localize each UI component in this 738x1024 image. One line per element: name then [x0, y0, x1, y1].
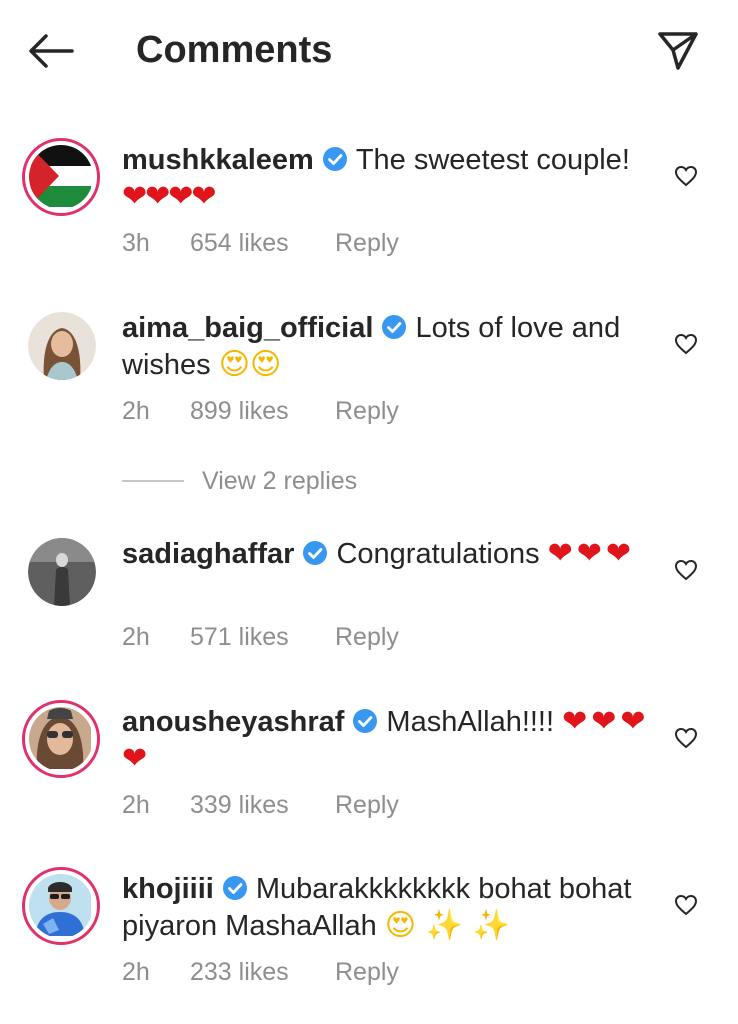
avatar[interactable] — [28, 312, 96, 380]
comment-username[interactable]: anousheyashraf — [122, 706, 344, 738]
verified-badge-icon — [222, 876, 247, 900]
share-button[interactable] — [652, 24, 704, 76]
comment-username[interactable]: sadiaghaffar — [122, 538, 294, 570]
heart-outline-icon — [674, 894, 698, 916]
comment-body: Congratulations — [336, 538, 540, 570]
view-replies-button[interactable]: View 2 replies — [122, 466, 357, 496]
comment-time: 2h — [122, 397, 150, 425]
paper-plane-icon — [658, 32, 698, 70]
heart-outline-icon — [674, 333, 698, 355]
comment-body: The sweetest couple! — [355, 144, 630, 176]
comment-text: aima_baig_official Lots of love and wishe… — [122, 310, 652, 384]
comment-username[interactable]: aima_baig_official — [122, 312, 373, 344]
reply-button[interactable]: Reply — [335, 228, 399, 258]
grayscale-avatar — [28, 538, 96, 606]
comment-likes[interactable]: 654 likes — [190, 228, 335, 258]
heart-emoji: ❤❤❤❤ — [122, 179, 217, 214]
like-button[interactable] — [670, 160, 702, 192]
verified-badge-icon — [303, 541, 328, 565]
avatar[interactable] — [28, 538, 96, 606]
comment-time: 2h — [122, 958, 150, 986]
heart-eyes-emoji: 😍😍 — [218, 347, 282, 382]
comment-text: anousheyashraf MashAllah!!!! ❤❤❤❤ — [122, 704, 652, 778]
sunglasses-woman-avatar — [29, 707, 93, 771]
comment-meta: 2h 233 likes Reply — [122, 957, 399, 987]
comment-text: sadiaghaffar Congratulations ❤❤❤ — [122, 536, 652, 573]
comment-meta: 2h 571 likes Reply — [122, 622, 399, 652]
like-button[interactable] — [670, 889, 702, 921]
header: Comments — [0, 0, 738, 100]
comment-likes[interactable]: 339 likes — [190, 790, 335, 820]
like-button[interactable] — [670, 554, 702, 586]
like-button[interactable] — [670, 722, 702, 754]
comment-likes[interactable]: 899 likes — [190, 396, 335, 426]
woman-avatar — [28, 312, 96, 380]
view-replies-label: View 2 replies — [202, 466, 358, 495]
reply-button[interactable]: Reply — [335, 622, 399, 652]
comment-meta: 3h 654 likes Reply — [122, 228, 399, 258]
comment-item: mushkkaleem The sweetest couple! ❤❤❤❤ 3h 65… — [0, 136, 738, 276]
comment-time: 3h — [122, 229, 150, 257]
reply-button[interactable]: Reply — [335, 790, 399, 820]
comment-text: mushkkaleem The sweetest couple! ❤❤❤❤ — [122, 142, 652, 216]
comment-text: khojiiii Mubarakkkkkkkk bohat bohat piyar… — [122, 871, 652, 945]
heart-outline-icon — [674, 727, 698, 749]
comment-username[interactable]: khojiiii — [122, 873, 214, 905]
heart-outline-icon — [674, 559, 698, 581]
heart-eyes-sparkles-emoji: 😍 ✨ ✨ — [384, 908, 510, 943]
comment-time: 2h — [122, 623, 150, 651]
blue-outfit-avatar — [29, 874, 93, 938]
verified-badge-icon — [353, 709, 378, 733]
avatar[interactable] — [22, 138, 100, 216]
like-button[interactable] — [670, 328, 702, 360]
reply-button[interactable]: Reply — [335, 957, 399, 987]
avatar[interactable] — [22, 700, 100, 778]
comment-meta: 2h 339 likes Reply — [122, 790, 399, 820]
reply-button[interactable]: Reply — [335, 396, 399, 426]
comment-likes[interactable]: 233 likes — [190, 957, 335, 987]
comment-item: aima_baig_official Lots of love and wishe… — [0, 304, 738, 444]
comment-body: MashAllah!!!! — [386, 706, 555, 738]
heart-outline-icon — [674, 165, 698, 187]
verified-badge-icon — [322, 147, 347, 171]
comment-username[interactable]: mushkkaleem — [122, 144, 314, 176]
back-button[interactable] — [26, 28, 76, 74]
comment-item: sadiaghaffar Congratulations ❤❤❤ 2h 571 li… — [0, 530, 738, 670]
comment-meta: 2h 899 likes Reply — [122, 396, 399, 426]
page-title: Comments — [136, 29, 333, 71]
divider — [122, 480, 184, 482]
comment-item: anousheyashraf MashAllah!!!! ❤❤❤❤ 2h 339 l… — [0, 698, 738, 838]
heart-emoji: ❤❤❤ — [547, 536, 636, 571]
comment-time: 2h — [122, 791, 150, 819]
comment-likes[interactable]: 571 likes — [190, 622, 335, 652]
avatar[interactable] — [22, 867, 100, 945]
comment-item: khojiiii Mubarakkkkkkkk bohat bohat piyar… — [0, 865, 738, 1005]
palestine-flag-avatar — [29, 145, 93, 209]
verified-badge-icon — [382, 315, 407, 339]
arrow-left-icon — [29, 34, 74, 68]
